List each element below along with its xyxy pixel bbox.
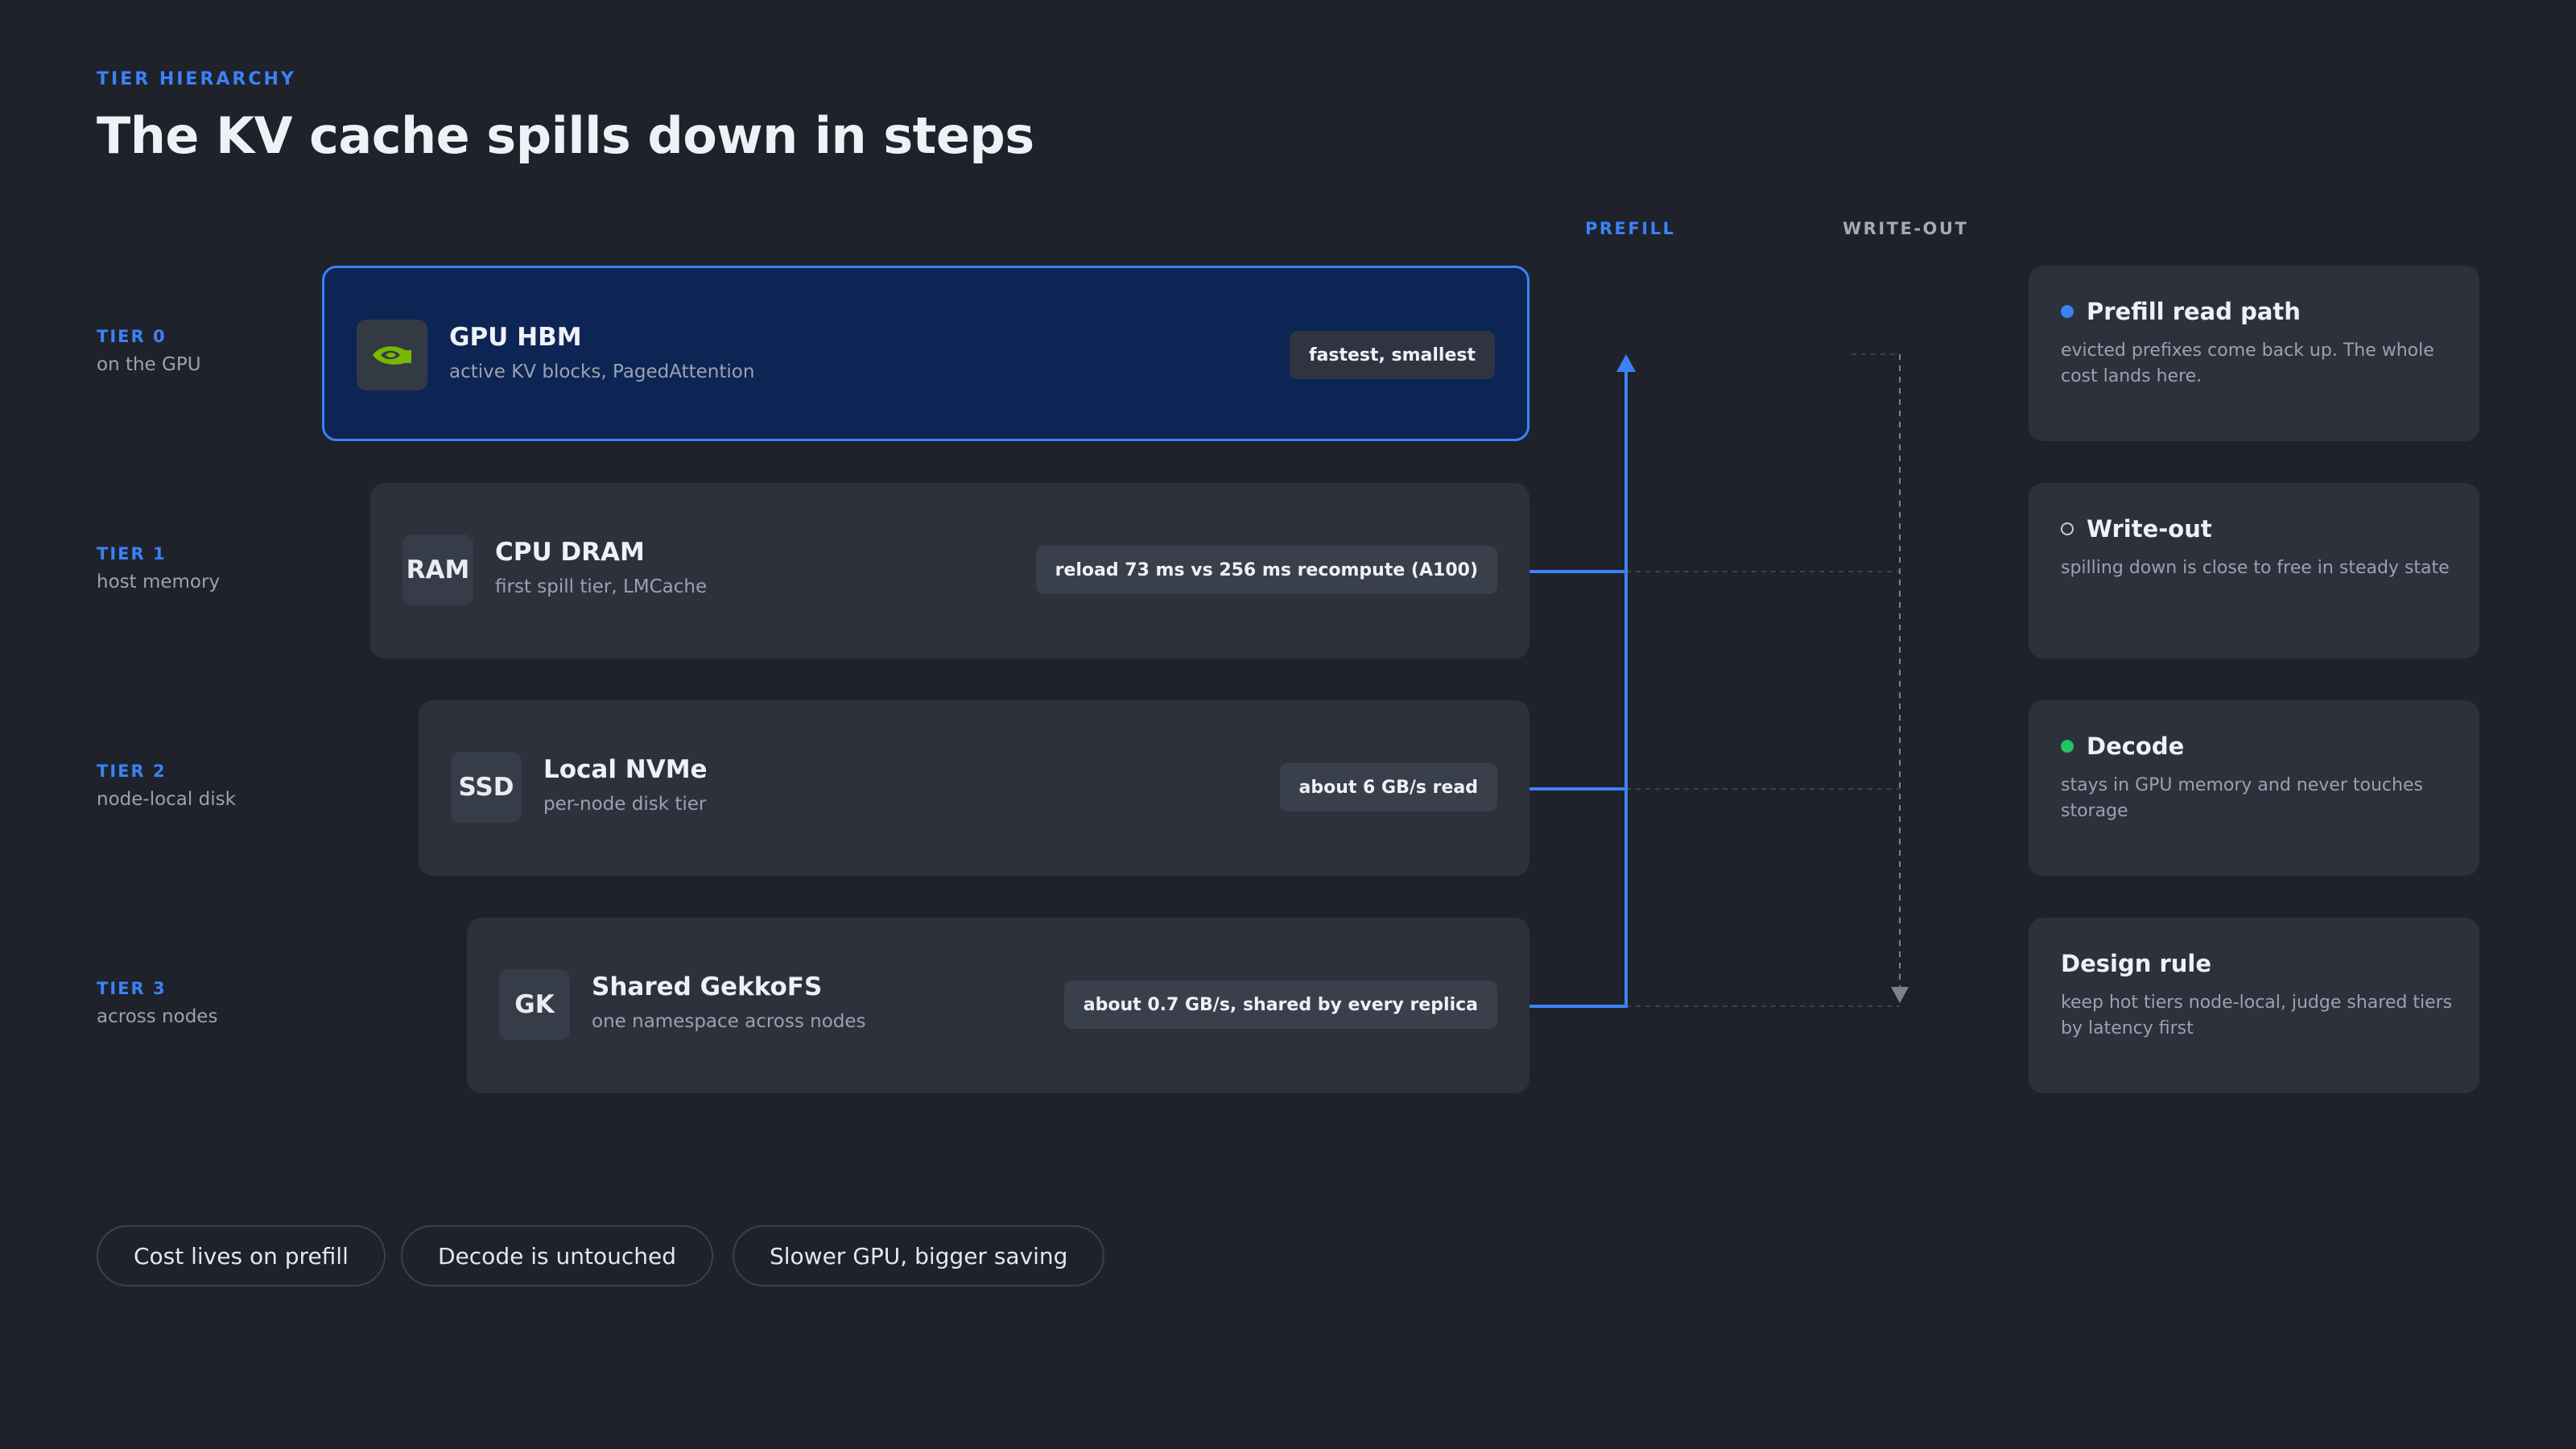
green-dot-icon <box>2061 740 2074 753</box>
chip-cost-on-prefill[interactable]: Cost lives on prefill <box>97 1225 386 1286</box>
note-heading: Prefill read path <box>2061 298 2301 325</box>
blue-dot-icon <box>2061 305 2074 318</box>
note-title: Prefill read path <box>2087 298 2301 325</box>
note-body: evicted prefixes come back up. The whole… <box>2061 341 2434 386</box>
prefill-path <box>1530 369 1628 1008</box>
note-heading: Write-out <box>2061 515 2212 543</box>
note-write-out: Write-out spilling down is close to free… <box>2029 483 2479 658</box>
chip-slower-gpu[interactable]: Slower GPU, bigger saving <box>733 1225 1105 1286</box>
note-title: Decode <box>2087 733 2185 760</box>
note-body: keep hot tiers node-local, judge shared … <box>2061 993 2453 1038</box>
note-body: spilling down is close to free in steady… <box>2061 558 2450 578</box>
note-decode: Decode stays in GPU memory and never tou… <box>2029 700 2479 876</box>
chip-decode-untouched[interactable]: Decode is untouched <box>401 1225 713 1286</box>
note-title: Design rule <box>2061 950 2211 977</box>
note-title: Write-out <box>2087 515 2212 543</box>
note-heading: Decode <box>2061 733 2184 760</box>
prefill-arrow-head <box>1616 354 1636 372</box>
note-heading: Design rule <box>2061 950 2211 977</box>
note-design-rule: Design rule keep hot tiers node-local, j… <box>2029 918 2479 1093</box>
note-prefill-read-path: Prefill read path evicted prefixes come … <box>2029 266 2479 441</box>
note-body: stays in GPU memory and never touches st… <box>2061 775 2423 821</box>
hollow-circle-icon <box>2061 522 2074 535</box>
writeout-arrow-head <box>1891 987 1909 1003</box>
writeout-guides <box>1626 353 1901 1007</box>
